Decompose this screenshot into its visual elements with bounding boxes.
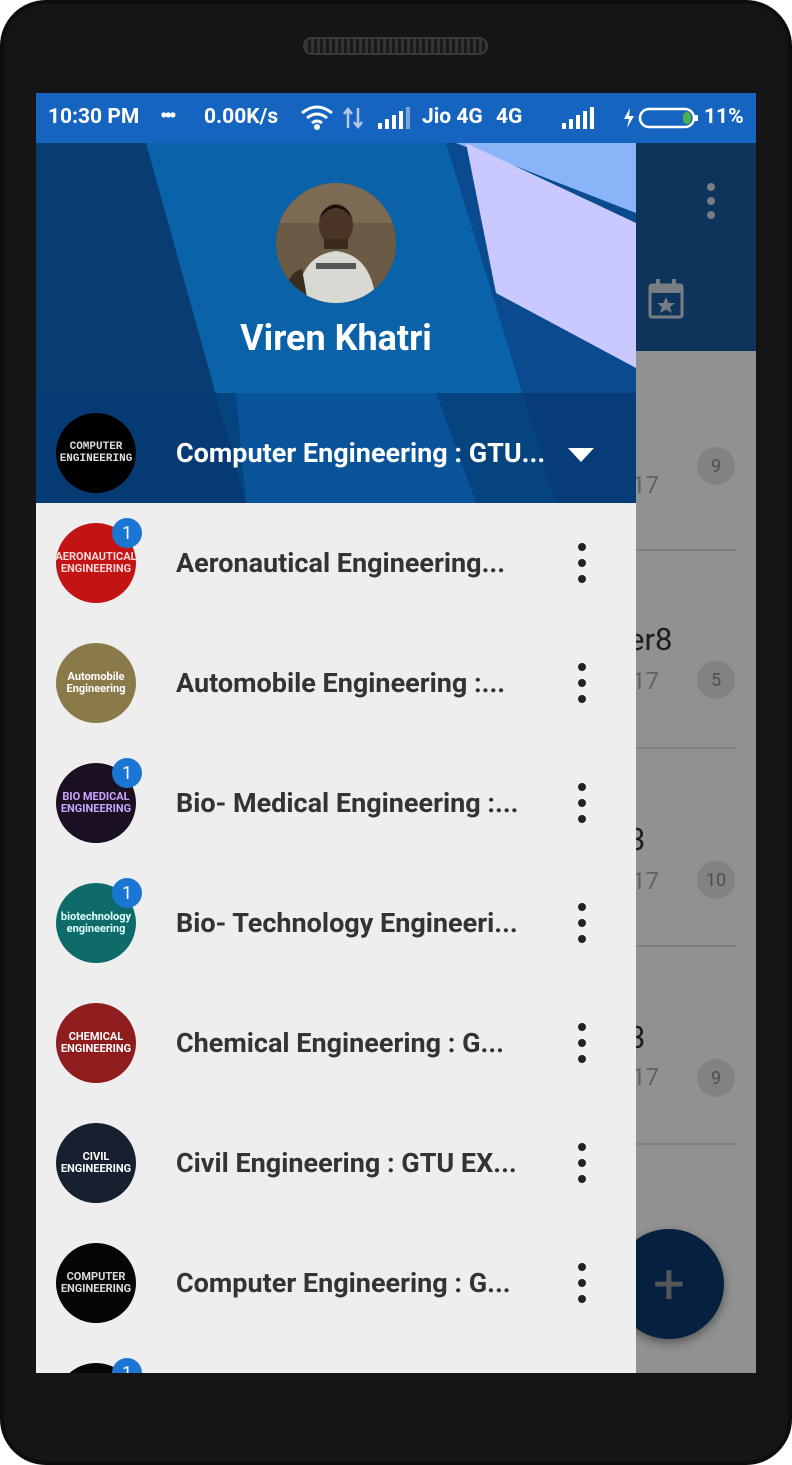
- group-name: Bio- Medical Engineering :...: [176, 787, 519, 819]
- signal-icon: [378, 107, 410, 129]
- group-logo: Automobile Engineering: [56, 643, 136, 723]
- unread-badge: 1: [112, 878, 142, 908]
- phone-frame: 17 9 er8 17 5 3 17 10 3 17 9 + 10:30 PM …: [0, 0, 792, 1465]
- user-name: Viren Khatri: [240, 317, 432, 359]
- group-name: Aeronautical Engineering...: [176, 547, 506, 579]
- overflow-menu-icon[interactable]: [576, 1023, 588, 1063]
- speaker-grille: [303, 37, 488, 55]
- group-name: Computer Engineering : G...: [176, 1267, 511, 1299]
- status-speed: 0.00K/s: [204, 105, 279, 129]
- list-item[interactable]: 1: [36, 1343, 636, 1373]
- account-logo: COMPUTER ENGINEERING: [56, 413, 136, 493]
- account-switcher[interactable]: COMPUTER ENGINEERING Computer Engineerin…: [36, 411, 636, 503]
- unread-badge: 1: [112, 518, 142, 548]
- status-battery: 11%: [704, 105, 744, 129]
- group-list: AERONAUTICAL ENGINEERING 1 Aeronautical En…: [36, 503, 636, 1373]
- status-network-type: 4G: [496, 105, 523, 129]
- signal-icon: [562, 107, 594, 129]
- overflow-menu-icon[interactable]: [576, 543, 588, 583]
- status-dots: •••: [160, 105, 177, 129]
- navigation-drawer: Viren Khatri COMPUTER ENGINEERING Comput…: [36, 143, 636, 1373]
- list-item[interactable]: Automobile Engineering Automobile Enginee…: [36, 623, 636, 743]
- status-carrier: Jio 4G: [422, 105, 483, 129]
- user-avatar[interactable]: [276, 183, 396, 303]
- battery-icon: [624, 107, 698, 129]
- overflow-menu-icon[interactable]: [576, 1143, 588, 1183]
- dropdown-arrow-icon[interactable]: [568, 448, 594, 462]
- list-item[interactable]: CIVIL ENGINEERING Civil Engineering : GTU…: [36, 1103, 636, 1223]
- group-logo: CHEMICAL ENGINEERING: [56, 1003, 136, 1083]
- group-name: Civil Engineering : GTU EX...: [176, 1147, 517, 1179]
- data-arrows-icon: [343, 106, 363, 130]
- group-name: Chemical Engineering : G...: [176, 1027, 504, 1059]
- overflow-menu-icon[interactable]: [576, 903, 588, 943]
- status-bar: 10:30 PM ••• 0.00K/s Jio 4G 4G 11%: [36, 93, 756, 143]
- group-logo: CIVIL ENGINEERING: [56, 1123, 136, 1203]
- group-name: Automobile Engineering :...: [176, 667, 506, 699]
- list-item[interactable]: biotechnology engineering 1 Bio- Technolog…: [36, 863, 636, 983]
- wifi-icon: [301, 105, 333, 130]
- list-item[interactable]: COMPUTER ENGINEERING Computer Engineering…: [36, 1223, 636, 1343]
- account-name: Computer Engineering : GTU...: [176, 437, 546, 469]
- screen: 17 9 er8 17 5 3 17 10 3 17 9 + 10:30 PM …: [36, 93, 756, 1373]
- unread-badge: 1: [112, 758, 142, 788]
- overflow-menu-icon[interactable]: [576, 783, 588, 823]
- list-item[interactable]: BIO MEDICAL ENGINEERING 1 Bio- Medical Eng…: [36, 743, 636, 863]
- overflow-menu-icon[interactable]: [576, 663, 588, 703]
- group-name: Bio- Technology Engineeri...: [176, 907, 518, 939]
- list-item[interactable]: AERONAUTICAL ENGINEERING 1 Aeronautical En…: [36, 503, 636, 623]
- status-time: 10:30 PM: [48, 105, 140, 129]
- group-logo: COMPUTER ENGINEERING: [56, 1243, 136, 1323]
- overflow-menu-icon[interactable]: [576, 1263, 588, 1303]
- unread-badge: 1: [112, 1358, 142, 1373]
- drawer-header: Viren Khatri COMPUTER ENGINEERING Comput…: [36, 143, 636, 503]
- list-item[interactable]: CHEMICAL ENGINEERING Chemical Engineering…: [36, 983, 636, 1103]
